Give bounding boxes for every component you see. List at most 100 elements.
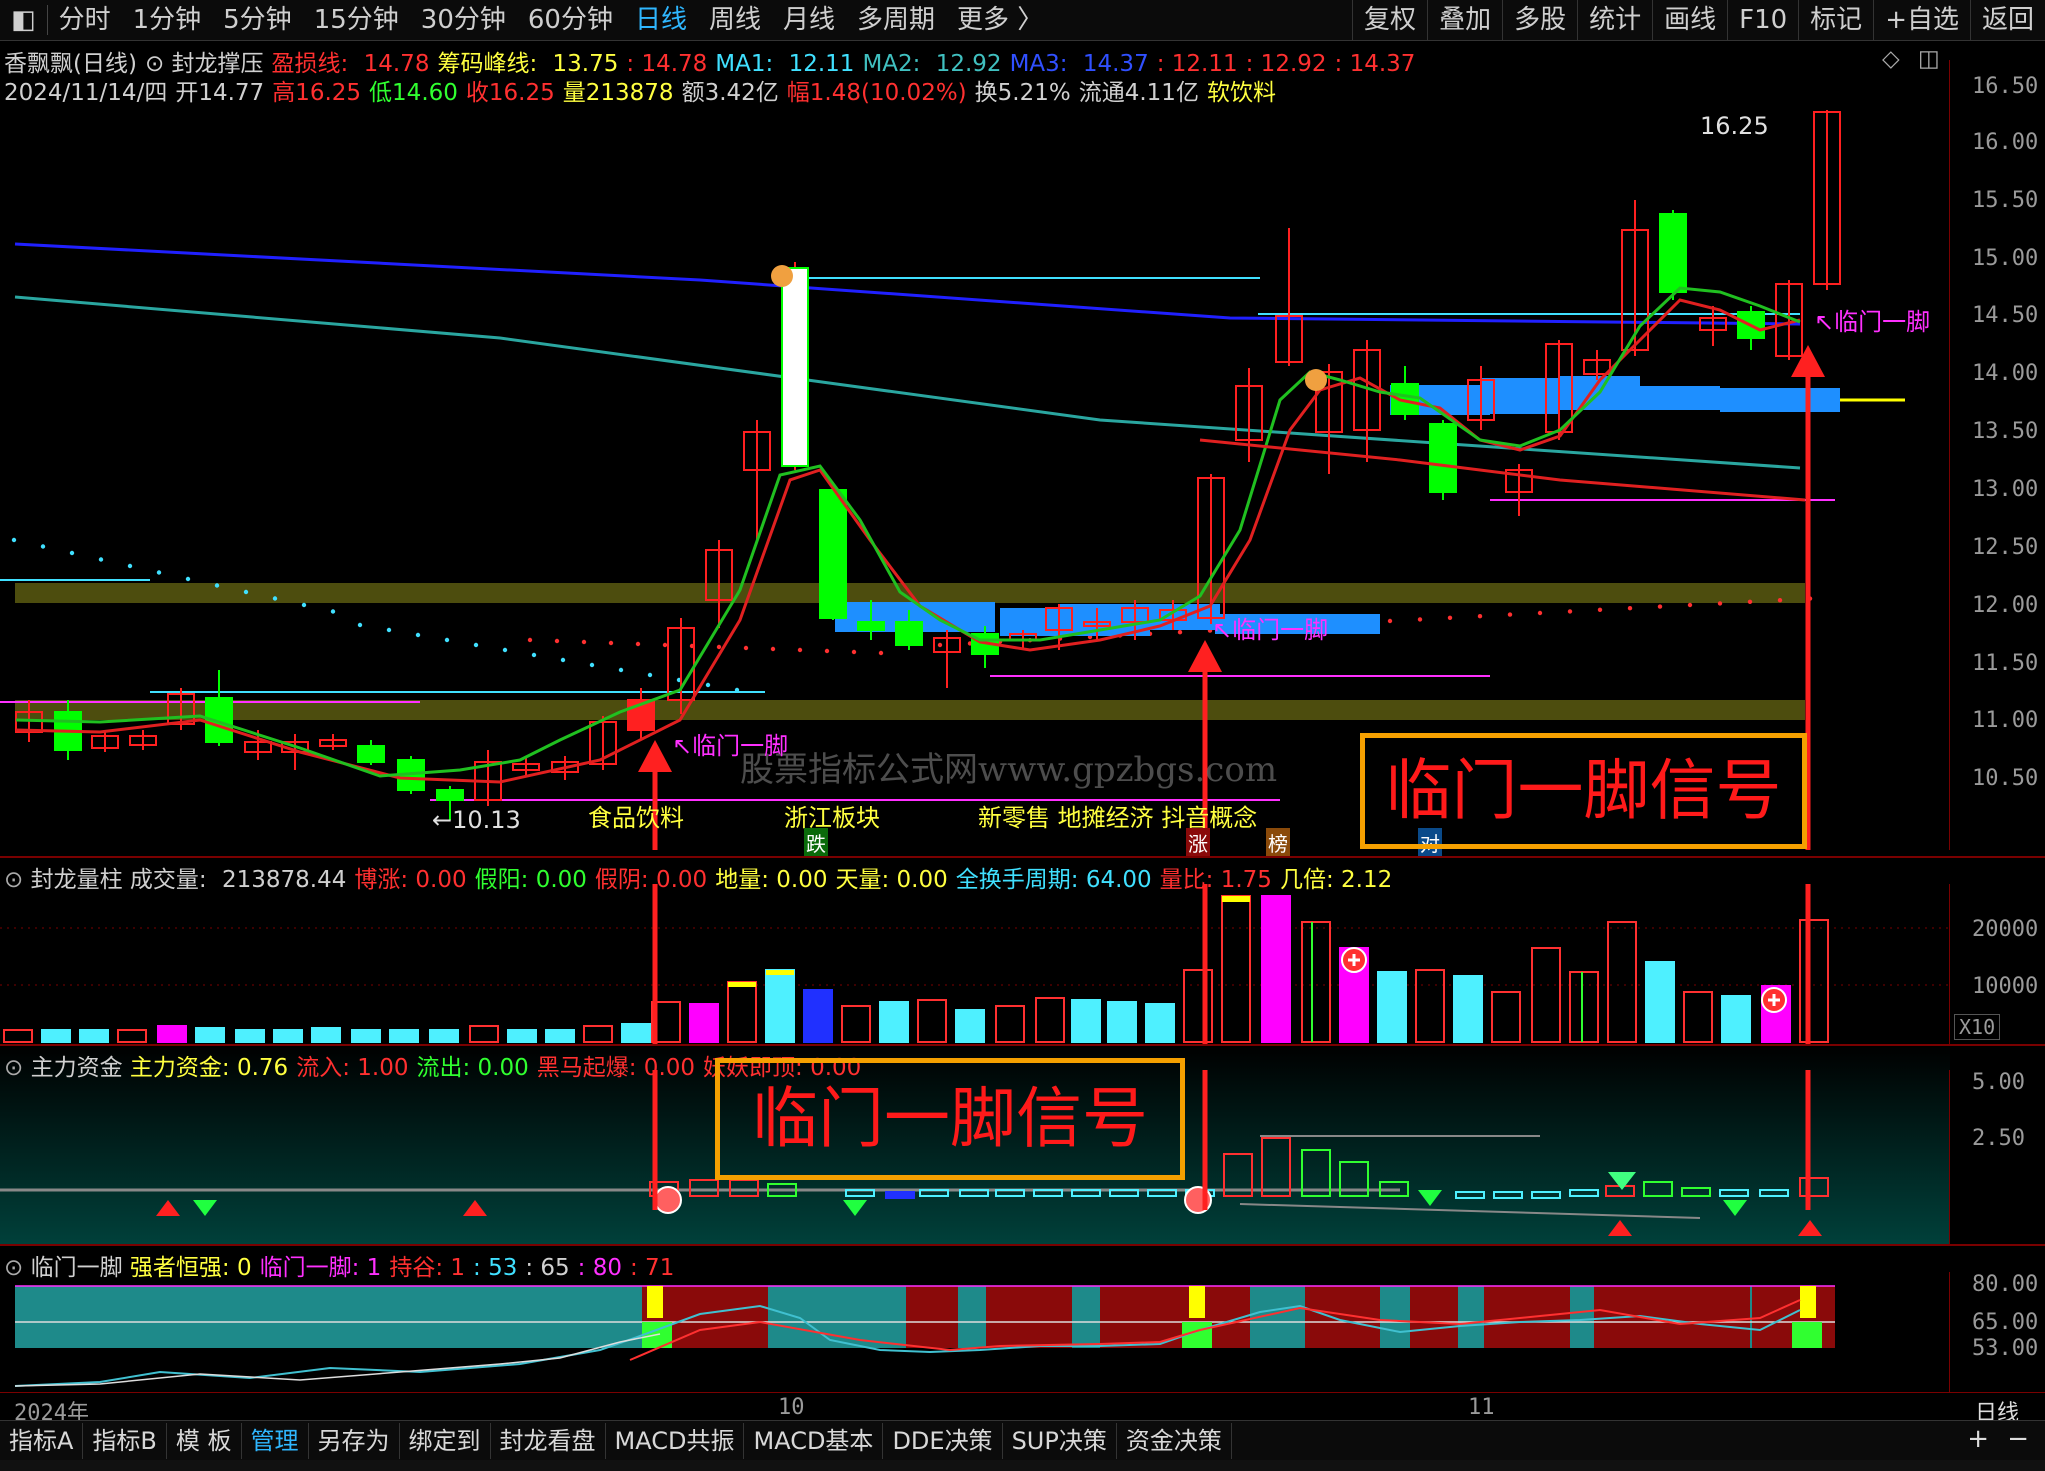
stop-dot (1687, 602, 1693, 608)
axis-tick-label: 65.00 (1972, 1310, 2039, 1335)
period-tab-6[interactable]: 日线 (624, 0, 698, 40)
fund-bar (919, 1189, 949, 1197)
fund-bar (1147, 1189, 1177, 1197)
indicator-tab-7[interactable]: MACD共振 (606, 1423, 745, 1459)
axis-tick-label: 13.50 (1972, 419, 2039, 444)
volume-bar (3, 1029, 33, 1043)
fund-signal-arrow (1723, 1200, 1747, 1216)
lmyj-red-zone (1305, 1286, 1380, 1348)
zoom-in-button[interactable]: + (1967, 1424, 1989, 1454)
candle-body (819, 489, 847, 619)
indicator-tab-5[interactable]: 绑定到 (400, 1423, 491, 1459)
indicator-tab-8[interactable]: MACD基本 (744, 1423, 884, 1459)
status-bar (0, 1460, 2045, 1471)
indicator-tab-10[interactable]: SUP决策 (1003, 1423, 1117, 1459)
stop-dot (40, 544, 46, 549)
lmyj-signal-bar (1189, 1286, 1205, 1318)
volume-bar (195, 1027, 225, 1043)
stop-dot (705, 682, 711, 688)
fund-bar (885, 1191, 915, 1199)
ma3-line (14, 242, 1801, 326)
volume-bar (1415, 969, 1445, 1043)
period-tab-10[interactable]: 更多 〉 (946, 0, 1054, 40)
volume-bar (157, 1025, 187, 1043)
period-tab-8[interactable]: 月线 (772, 0, 846, 40)
stop-dot (531, 652, 537, 658)
lmyj-red-zone (1410, 1286, 1458, 1348)
period-tab-4[interactable]: 30分钟 (410, 0, 517, 40)
date-label-oct: 10 (778, 1395, 805, 1420)
fund-bar (995, 1189, 1025, 1197)
candle-body (857, 621, 885, 631)
toolbar-button-7[interactable]: +自选 (1873, 0, 1970, 40)
volume-bar (117, 1029, 147, 1043)
signal-label-1: ↖临门一脚 (672, 732, 789, 760)
indicator-tab-11[interactable]: 资金决策 (1117, 1423, 1232, 1459)
period-tabs: 分时 1分钟 5分钟 15分钟 30分钟 60分钟 日线 周线 月线 多周期 更多 〉 (48, 0, 1055, 40)
period-tab-1[interactable]: 1分钟 (122, 0, 213, 40)
layout-icon[interactable]: ◧ (0, 0, 47, 40)
indicator-tab-1[interactable]: 指标B (83, 1423, 167, 1459)
stop-dot (185, 576, 191, 582)
volume-bar (917, 999, 947, 1043)
concept-label-zhejiang: 浙江板块 (784, 804, 880, 832)
high-price-label: 16.25 (1700, 112, 1769, 140)
axis-tick-label: 12.00 (1972, 593, 2039, 618)
volume-chart[interactable] (0, 884, 1950, 1044)
stop-dot (127, 563, 133, 569)
period-tab-3[interactable]: 15分钟 (303, 0, 410, 40)
zoom-out-button[interactable]: − (2007, 1424, 2029, 1454)
toolbar-button-6[interactable]: 标记 (1798, 0, 1873, 40)
axis-tick-label: 12.50 (1972, 535, 2039, 560)
toolbar-button-0[interactable]: 复权 (1352, 0, 1427, 40)
stop-dot (156, 570, 162, 575)
candle-body (357, 745, 385, 763)
candlestick-chart[interactable] (0, 60, 1950, 850)
lmyj-chart[interactable] (0, 1272, 1950, 1392)
indicator-tab-9[interactable]: DDE决策 (883, 1423, 1003, 1459)
volume-bar (351, 1029, 381, 1043)
stop-dot (1537, 610, 1543, 616)
stop-dot (98, 557, 104, 562)
stop-dot (560, 657, 566, 663)
fund-bar (1071, 1189, 1101, 1197)
volume-bar (1721, 995, 1751, 1043)
toolbar-button-3[interactable]: 统计 (1577, 0, 1652, 40)
thumb-icon (771, 265, 793, 287)
thumb-icon (1305, 369, 1327, 391)
stop-dot (716, 644, 722, 650)
period-tab-0[interactable]: 分时 (48, 0, 122, 40)
period-tab-5[interactable]: 60分钟 (517, 0, 624, 40)
signal-label-3: ↖临门一脚 (1814, 308, 1931, 336)
period-tab-7[interactable]: 周线 (698, 0, 772, 40)
lmyj-green-bar (1792, 1322, 1822, 1348)
indicator-tab-3[interactable]: 管理 (242, 1423, 309, 1459)
indicator-tab-6[interactable]: 封龙看盘 (491, 1423, 606, 1459)
toolbar-button-1[interactable]: 叠加 (1427, 0, 1502, 40)
indicator-tab-0[interactable]: 指标A (0, 1423, 84, 1459)
period-tab-9[interactable]: 多周期 (846, 0, 946, 40)
tag-fall: 跌 (804, 828, 828, 857)
red-ball-icon (654, 1186, 682, 1214)
period-tab-2[interactable]: 5分钟 (212, 0, 303, 40)
fund-signal-arrow (1608, 1220, 1632, 1236)
volume-cap (728, 982, 756, 987)
volume-unit: X10 (1954, 1014, 2001, 1040)
volume-bar (1035, 997, 1065, 1043)
toolbar-button-2[interactable]: 多股 (1502, 0, 1577, 40)
axis-tick-label: 16.00 (1972, 130, 2039, 155)
volume-bar (689, 1003, 719, 1043)
stop-dot (444, 637, 450, 643)
stop-dot (11, 537, 17, 543)
toolbar-button-4[interactable]: 画线 (1652, 0, 1727, 40)
candle-body (1429, 423, 1457, 493)
indicator-tab-4[interactable]: 另存为 (309, 1423, 400, 1459)
chip-distribution-bar (1640, 386, 1720, 410)
axis-tick-label: 10.50 (1972, 766, 2039, 791)
signal-label-2: ↖临门一脚 (1212, 616, 1329, 644)
volume-bar (1453, 975, 1483, 1043)
indicator-tab-2[interactable]: 模 板 (167, 1423, 242, 1459)
volume-bar (1071, 999, 1101, 1043)
toolbar-button-5[interactable]: F10 (1727, 0, 1798, 40)
toolbar-button-8[interactable]: 返回 (1969, 0, 2045, 40)
